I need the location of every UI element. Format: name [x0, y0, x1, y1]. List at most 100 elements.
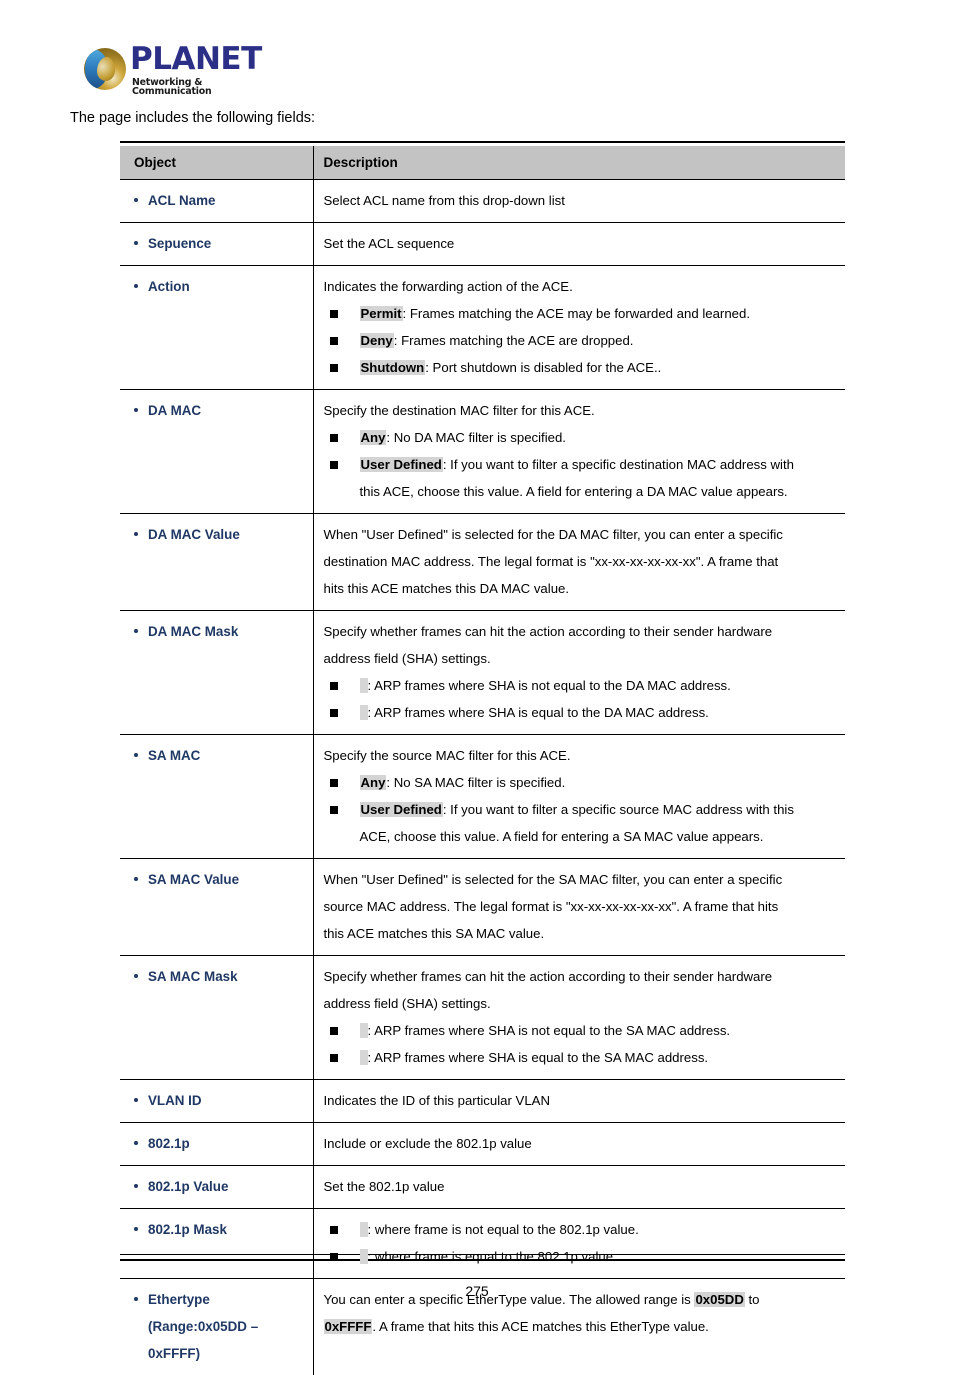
bullet-text: : ARP frames where SHA is not equal to t… — [368, 678, 731, 693]
ethertype-suffix: . A frame that hits this ACE matches thi… — [372, 1319, 708, 1334]
table-header-row: Object Description — [120, 146, 845, 180]
object-label: DA MAC Mask — [130, 618, 307, 645]
bullet-text: : Frames matching the ACE may be forward… — [403, 306, 750, 321]
description-bullet: : ARP frames where SHA is not equal to t… — [324, 672, 840, 699]
bullet-continuation: this ACE, choose this value. A field for… — [324, 478, 840, 505]
table-row: SA MAC Mask Specify whether frames can hi… — [120, 956, 845, 1080]
object-cell: DA MAC Mask — [120, 611, 313, 735]
description-cell: Specify the source MAC filter for this A… — [313, 735, 845, 859]
object-label: VLAN ID — [130, 1087, 307, 1114]
object-cell: VLAN ID — [120, 1080, 313, 1123]
object-cell: 802.1p Value — [120, 1166, 313, 1209]
description-bullet: Deny: Frames matching the ACE are droppe… — [324, 327, 840, 354]
bullet-text: : where frame is equal to the 802.1p val… — [368, 1249, 617, 1264]
description-cell: When "User Defined" is selected for the … — [313, 514, 845, 611]
object-cell: SA MAC Value — [120, 859, 313, 956]
table-row: 802.1p Mask : where frame is not equal to… — [120, 1209, 845, 1279]
bullet-text: : where frame is not equal to the 802.1p… — [368, 1222, 639, 1237]
column-header-description: Description — [313, 146, 845, 180]
description-text: Include or exclude the 802.1p value — [324, 1130, 840, 1157]
object-cell: 802.1p Mask — [120, 1209, 313, 1279]
description-cell: When "User Defined" is selected for the … — [313, 859, 845, 956]
description-cell: Specify the destination MAC filter for t… — [313, 390, 845, 514]
description-bullet: Any: No DA MAC filter is specified. — [324, 424, 840, 451]
description-text: source MAC address. The legal format is … — [324, 893, 840, 920]
description-bullet: Any: No SA MAC filter is specified. — [324, 769, 840, 796]
ethertype-line-2: 0xFFFF. A frame that hits this ACE match… — [324, 1313, 840, 1340]
highlighted-keyword-blank — [360, 705, 368, 720]
description-bullet: : ARP frames where SHA is equal to the D… — [324, 699, 840, 726]
bullet-text: : No SA MAC filter is specified. — [386, 775, 565, 790]
description-bullet: Permit: Frames matching the ACE may be f… — [324, 300, 840, 327]
description-text: When "User Defined" is selected for the … — [324, 866, 840, 893]
table-row: SA MAC Value When "User Defined" is selec… — [120, 859, 845, 956]
object-label: 802.1p Mask — [130, 1216, 307, 1243]
description-bullet: User Defined: If you want to filter a sp… — [324, 451, 840, 478]
bullet-text: : ARP frames where SHA is equal to the S… — [368, 1050, 709, 1065]
description-text: Specify whether frames can hit the actio… — [324, 618, 840, 645]
description-cell: Select ACL name from this drop-down list — [313, 180, 845, 223]
highlighted-keyword-blank — [360, 1249, 368, 1264]
description-text: Set the ACL sequence — [324, 230, 840, 257]
object-label: DA MAC Value — [130, 521, 307, 548]
description-cell: Set the ACL sequence — [313, 223, 845, 266]
description-text: Specify whether frames can hit the actio… — [324, 963, 840, 990]
object-cell: DA MAC Value — [120, 514, 313, 611]
fields-table: Object Description ACL Name Select ACL na… — [120, 146, 845, 1375]
description-text: Select ACL name from this drop-down list — [324, 187, 840, 214]
table-row: Action Indicates the forwarding action of… — [120, 266, 845, 390]
highlighted-keyword-blank — [360, 1050, 368, 1065]
logo-tagline: Networking & Communication — [132, 78, 254, 97]
table-row: 802.1p Include or exclude the 802.1p valu… — [120, 1123, 845, 1166]
table-body: ACL Name Select ACL name from this drop-d… — [120, 180, 845, 1375]
table-row: DA MAC Mask Specify whether frames can hi… — [120, 611, 845, 735]
description-cell: Include or exclude the 802.1p value — [313, 1123, 845, 1166]
bullet-text: : If you want to filter a specific sourc… — [443, 802, 794, 817]
highlighted-keyword: Any — [360, 775, 387, 790]
page-number: 275 — [0, 1283, 954, 1299]
object-cell: Sepuence — [120, 223, 313, 266]
table-row: DA MAC ValueWhen "User Defined" is selec… — [120, 514, 845, 611]
table-row: Sepuence Set the ACL sequence — [120, 223, 845, 266]
highlighted-keyword-blank — [360, 678, 368, 693]
table-row: DA MAC Specify the destination MAC filter… — [120, 390, 845, 514]
description-text: Specify the destination MAC filter for t… — [324, 397, 840, 424]
object-label: SA MAC Mask — [130, 963, 307, 990]
table-row: VLAN ID Indicates the ID of this particul… — [120, 1080, 845, 1123]
description-text: hits this ACE matches this DA MAC value. — [324, 575, 840, 602]
object-label: Action — [130, 273, 307, 300]
table-row: 802.1p ValueSet the 802.1p value — [120, 1166, 845, 1209]
description-bullet: Shutdown: Port shutdown is disabled for … — [324, 354, 840, 381]
highlighted-keyword: Permit — [360, 306, 403, 321]
bullet-text: : ARP frames where SHA is not equal to t… — [368, 1023, 731, 1038]
object-cell: ACL Name — [120, 180, 313, 223]
object-label: Sepuence — [130, 230, 307, 257]
description-cell: Specify whether frames can hit the actio… — [313, 956, 845, 1080]
object-label: 802.1p Value — [130, 1173, 307, 1200]
description-text: Indicates the forwarding action of the A… — [324, 273, 840, 300]
object-label: SA MAC Value — [130, 866, 307, 893]
description-bullet: : where frame is equal to the 802.1p val… — [324, 1243, 840, 1270]
highlighted-keyword: Any — [360, 430, 387, 445]
description-text: this ACE matches this SA MAC value. — [324, 920, 840, 947]
object-cell: SA MAC Mask — [120, 956, 313, 1080]
object-cell: Action — [120, 266, 313, 390]
planet-logo: PLANET Networking & Communication — [84, 42, 254, 98]
description-text: Indicates the ID of this particular VLAN — [324, 1087, 840, 1114]
object-cell: 802.1p — [120, 1123, 313, 1166]
bullet-text: : Port shutdown is disabled for the ACE.… — [425, 360, 661, 375]
description-bullet: User Defined: If you want to filter a sp… — [324, 796, 840, 823]
bullet-text: : ARP frames where SHA is equal to the D… — [368, 705, 709, 720]
bullet-text: : If you want to filter a specific desti… — [443, 457, 794, 472]
bullet-text: : Frames matching the ACE are dropped. — [394, 333, 634, 348]
object-cell: SA MAC — [120, 735, 313, 859]
description-bullet: : where frame is not equal to the 802.1p… — [324, 1216, 840, 1243]
highlighted-keyword: Deny — [360, 333, 394, 348]
bullet-continuation: ACE, choose this value. A field for ente… — [324, 823, 840, 850]
highlighted-keyword-blank — [360, 1222, 368, 1237]
table-row: SA MACSpecify the source MAC filter for … — [120, 735, 845, 859]
intro-text: The page includes the following fields: — [70, 110, 315, 126]
object-cell: DA MAC — [120, 390, 313, 514]
column-header-object: Object — [120, 146, 313, 180]
object-label: ACL Name — [130, 187, 307, 214]
